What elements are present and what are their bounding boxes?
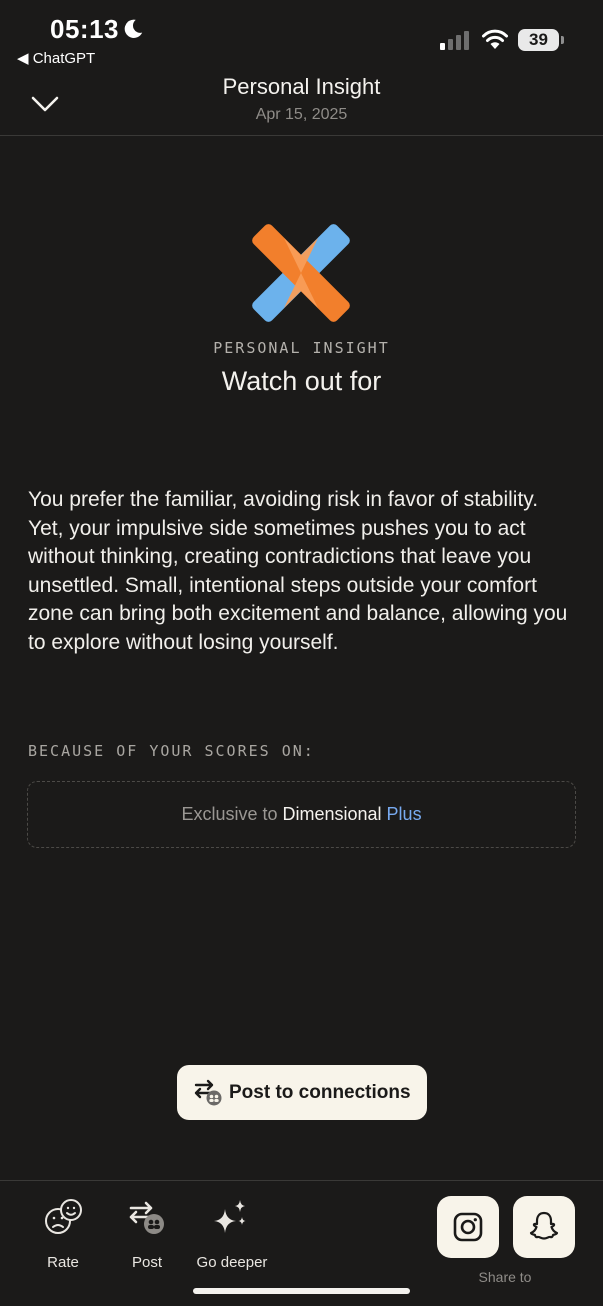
- snapchat-icon: [529, 1211, 559, 1240]
- post-connections-icon: [129, 1201, 164, 1234]
- plus-upsell-box[interactable]: Exclusive to Dimensional Plus: [27, 781, 576, 848]
- rate-label: Rate: [47, 1254, 79, 1271]
- go-deeper-tab[interactable]: Go deeper: [193, 1181, 271, 1281]
- upsell-prefix: Exclusive to: [181, 804, 283, 824]
- signal-icon: [440, 31, 469, 50]
- dimensional-logo-icon: [252, 224, 350, 322]
- rate-face-icon: [45, 1199, 82, 1234]
- sparkles-icon: [214, 1200, 246, 1233]
- status-time: 05:13: [50, 14, 119, 44]
- battery-level: 39: [529, 30, 548, 49]
- moon-icon: [124, 19, 143, 38]
- share-snapchat-button[interactable]: [513, 1196, 575, 1258]
- upsell-brand: Dimensional: [282, 804, 382, 824]
- battery-indicator: 39: [518, 29, 564, 51]
- wifi-icon: [482, 29, 508, 49]
- go-deeper-label: Go deeper: [196, 1254, 268, 1271]
- bottom-action-bar: Rate Post Go deeper Share to: [0, 1180, 603, 1306]
- back-to-app-link[interactable]: ◀ ChatGPT: [17, 49, 95, 67]
- home-indicator: [193, 1288, 410, 1294]
- share-to-label: Share to: [478, 1269, 532, 1285]
- page-title: Personal Insight: [222, 74, 381, 99]
- upsell-plus: Plus: [386, 804, 422, 824]
- insight-eyebrow: PERSONAL INSIGHT: [213, 339, 390, 357]
- rate-tab[interactable]: Rate: [40, 1181, 86, 1281]
- screen-header: Personal Insight Apr 15, 2025: [0, 72, 603, 136]
- insight-body: You prefer the familiar, avoiding risk i…: [28, 488, 568, 654]
- insight-title: Watch out for: [221, 366, 382, 396]
- page-date: Apr 15, 2025: [255, 106, 348, 123]
- post-connections-icon: [194, 1079, 222, 1106]
- post-tab[interactable]: Post: [125, 1181, 169, 1281]
- post-label: Post: [131, 1254, 162, 1271]
- instagram-icon: [453, 1212, 483, 1242]
- share-instagram-button[interactable]: [437, 1196, 499, 1258]
- scores-label: BECAUSE OF YOUR SCORES ON:: [28, 742, 315, 760]
- status-bar: 05:13 ◀ ChatGPT 39: [0, 0, 603, 72]
- post-to-connections-button[interactable]: Post to connections: [177, 1065, 427, 1120]
- post-to-connections-label: Post to connections: [229, 1082, 411, 1103]
